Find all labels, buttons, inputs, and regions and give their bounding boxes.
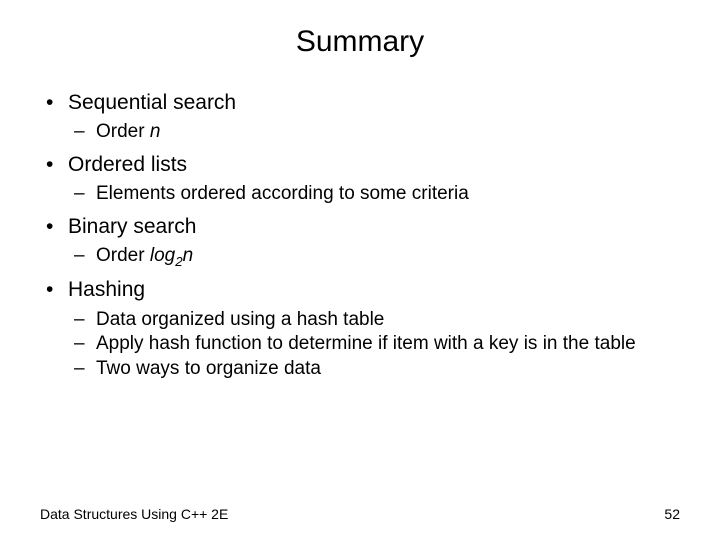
sub-text: Data organized using a hash table <box>96 309 384 330</box>
sub-text: Order <box>96 245 150 266</box>
sublist: Order log2n <box>68 244 680 270</box>
sublist: Elements ordered according to some crite… <box>68 182 680 207</box>
sub-bullet: Elements ordered according to some crite… <box>68 182 680 207</box>
sub-bullet: Data organized using a hash table <box>68 308 680 333</box>
bullet-list: Sequential search Order n Ordered lists … <box>40 89 680 382</box>
sub-text: Two ways to organize data <box>96 358 321 379</box>
slide-title: Summary <box>40 25 680 59</box>
footer-page-number: 52 <box>664 506 680 522</box>
math-n: n <box>150 121 161 142</box>
slide: Summary Sequential search Order n Ordere… <box>0 0 720 540</box>
bullet-hashing: Hashing Data organized using a hash tabl… <box>40 276 680 381</box>
footer-source: Data Structures Using C++ 2E <box>40 506 228 522</box>
sub-bullet: Apply hash function to determine if item… <box>68 332 680 357</box>
sub-text: Apply hash function to determine if item… <box>96 333 636 354</box>
bullet-ordered-lists: Ordered lists Elements ordered according… <box>40 151 680 207</box>
bullet-binary-search: Binary search Order log2n <box>40 213 680 270</box>
bullet-sequential-search: Sequential search Order n <box>40 89 680 145</box>
bullet-text: Binary search <box>68 215 196 238</box>
sub-text: Order <box>96 121 150 142</box>
bullet-text: Ordered lists <box>68 153 187 176</box>
bullet-text: Sequential search <box>68 91 236 114</box>
sub-bullet: Two ways to organize data <box>68 357 680 382</box>
math-log: log <box>150 245 175 266</box>
math-n: n <box>183 245 194 266</box>
sublist: Data organized using a hash table Apply … <box>68 308 680 382</box>
sub-text: Elements ordered according to some crite… <box>96 183 469 204</box>
sublist: Order n <box>68 120 680 145</box>
sub-bullet: Order log2n <box>68 244 680 270</box>
math-sub-2: 2 <box>175 254 182 269</box>
sub-bullet: Order n <box>68 120 680 145</box>
slide-footer: Data Structures Using C++ 2E 52 <box>40 506 680 522</box>
bullet-text: Hashing <box>68 278 145 301</box>
